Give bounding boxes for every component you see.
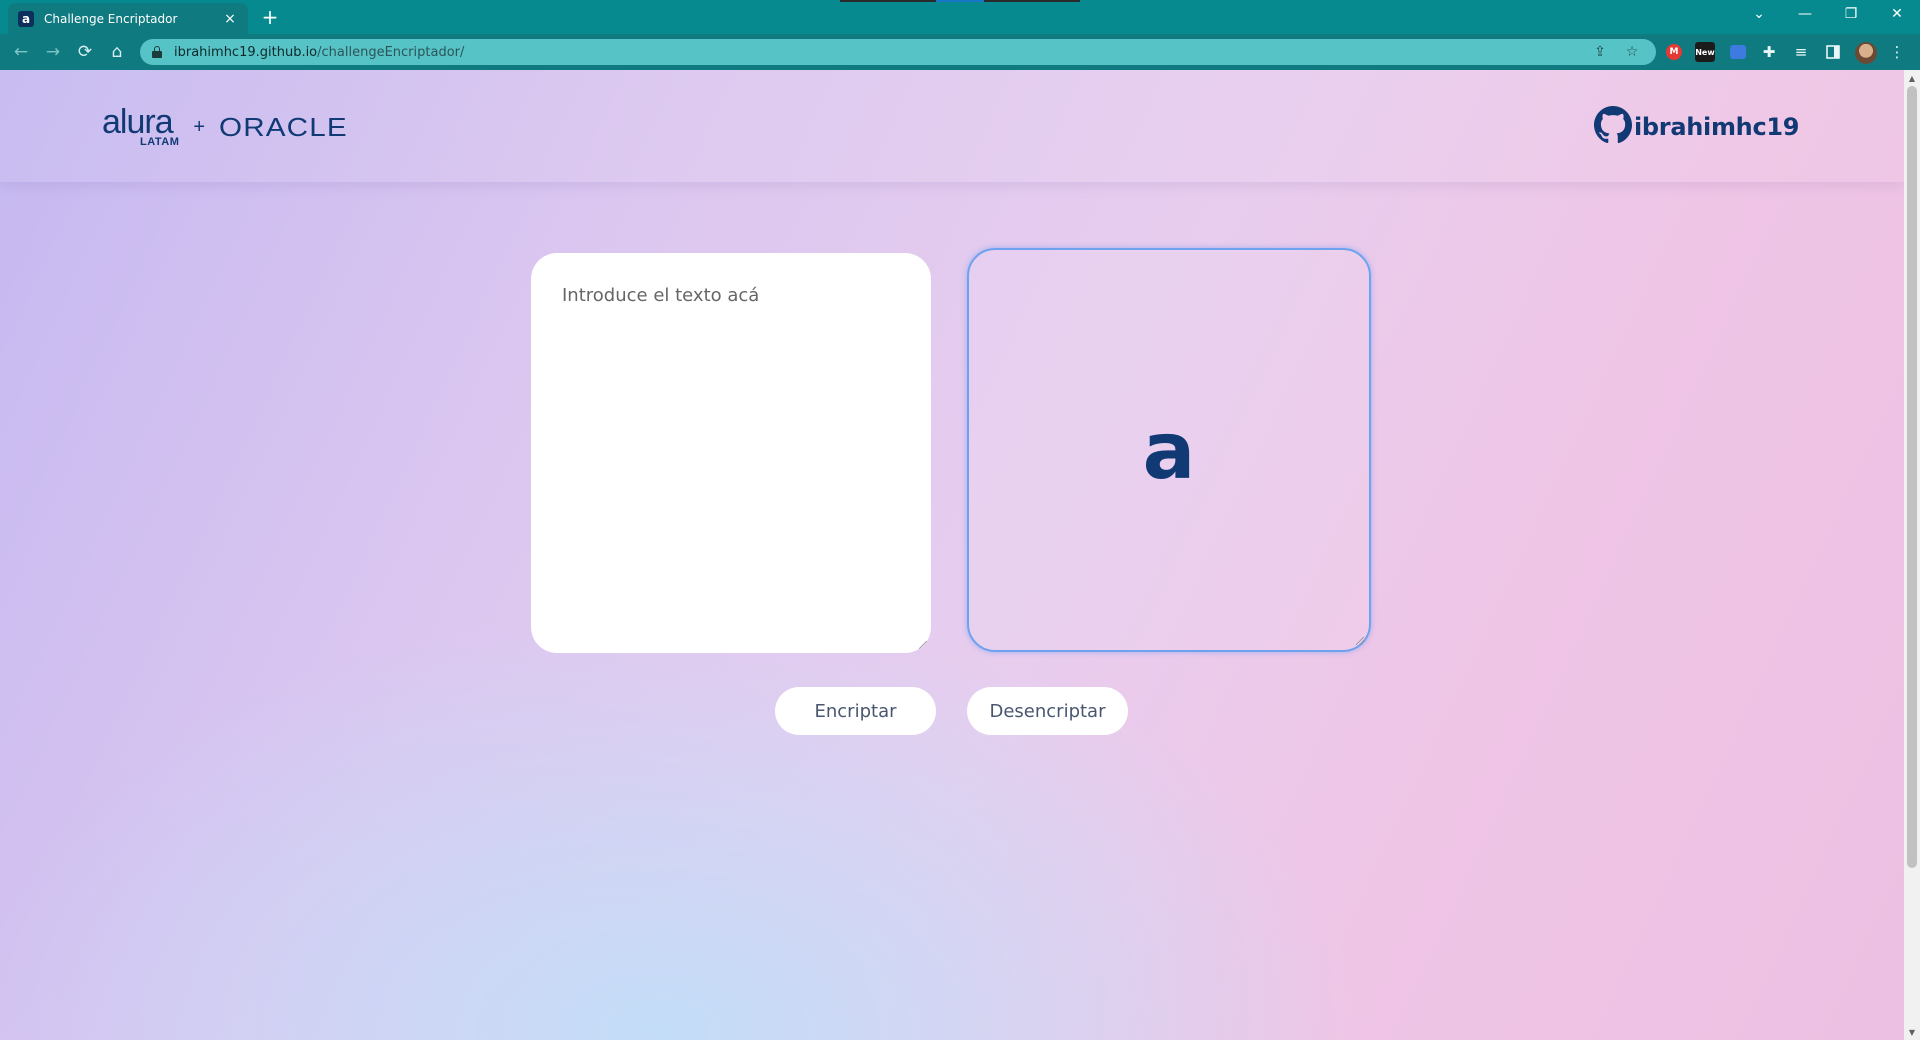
resize-handle[interactable] [919, 641, 927, 649]
mega-extension-icon[interactable]: M [1666, 44, 1682, 60]
close-window-button[interactable]: ✕ [1874, 0, 1920, 28]
top-drag-indicator [840, 0, 1080, 2]
tab-search-icon[interactable]: ⌄ [1736, 0, 1782, 28]
page-body: alura LATAM + ORACLE ibrahimhc19 a Encri… [0, 70, 1904, 1040]
blue-extension-icon[interactable] [1730, 45, 1746, 59]
text-input[interactable] [531, 253, 931, 653]
logo-alura-text: alura [102, 103, 174, 141]
profile-avatar[interactable] [1855, 42, 1877, 64]
new-extension-icon[interactable]: New [1695, 42, 1715, 62]
share-icon[interactable]: ⇪ [1590, 42, 1610, 62]
scrollbar-thumb[interactable] [1907, 86, 1917, 868]
back-icon[interactable]: ← [8, 39, 34, 65]
browser-tab-strip: a Challenge Encriptador × + ⌄ — ❐ ✕ [0, 0, 1920, 34]
address-bar[interactable]: ibrahimhc19.github.io/challengeEncriptad… [140, 39, 1656, 65]
tab-close-icon[interactable]: × [222, 11, 238, 27]
github-icon [1594, 106, 1632, 148]
tab-title: Challenge Encriptador [44, 11, 178, 26]
site-header: alura LATAM + ORACLE ibrahimhc19 [0, 70, 1904, 182]
new-tab-button[interactable]: + [258, 6, 282, 28]
reload-icon[interactable]: ⟳ [72, 39, 98, 65]
alura-a-logo-icon: a [1142, 407, 1196, 497]
lock-icon[interactable] [152, 46, 162, 58]
side-panel-icon[interactable] [1823, 42, 1843, 62]
url-host: ibrahimhc19.github.io [174, 44, 318, 60]
page-scrollbar[interactable]: ▲ ▼ [1904, 70, 1920, 1040]
scroll-up-arrow-icon[interactable]: ▲ [1904, 70, 1920, 86]
minimize-button[interactable]: — [1782, 0, 1828, 28]
media-control-icon[interactable]: ≡ [1791, 42, 1811, 62]
output-panel[interactable]: a [967, 248, 1371, 652]
github-profile-link[interactable]: ibrahimhc19 [1594, 106, 1799, 148]
chrome-menu-icon[interactable]: ⋮ [1887, 42, 1907, 62]
bookmark-star-icon[interactable]: ☆ [1622, 42, 1642, 62]
home-icon[interactable]: ⌂ [104, 39, 130, 65]
resize-handle[interactable] [1356, 637, 1364, 645]
input-card [531, 253, 931, 653]
logo-latam-text: LATAM [140, 136, 180, 148]
browser-tab[interactable]: a Challenge Encriptador × [8, 3, 248, 34]
decrypt-button[interactable]: Desencriptar [967, 687, 1128, 735]
encrypt-button[interactable]: Encriptar [775, 687, 936, 735]
logo-plus: + [193, 116, 206, 138]
scroll-down-arrow-icon[interactable]: ▼ [1904, 1024, 1920, 1040]
favicon-icon: a [18, 10, 34, 27]
logo-oracle-text: ORACLE [219, 112, 348, 142]
github-username: ibrahimhc19 [1634, 113, 1800, 141]
forward-icon[interactable]: → [40, 39, 66, 65]
url-path: /challengeEncriptador/ [317, 44, 465, 60]
restore-button[interactable]: ❐ [1828, 0, 1874, 28]
alura-oracle-logo: alura LATAM + ORACLE [102, 103, 347, 148]
extensions-puzzle-icon[interactable]: ✚ [1759, 42, 1779, 62]
browser-toolbar: ← → ⟳ ⌂ ibrahimhc19.github.io/challengeE… [0, 34, 1920, 70]
